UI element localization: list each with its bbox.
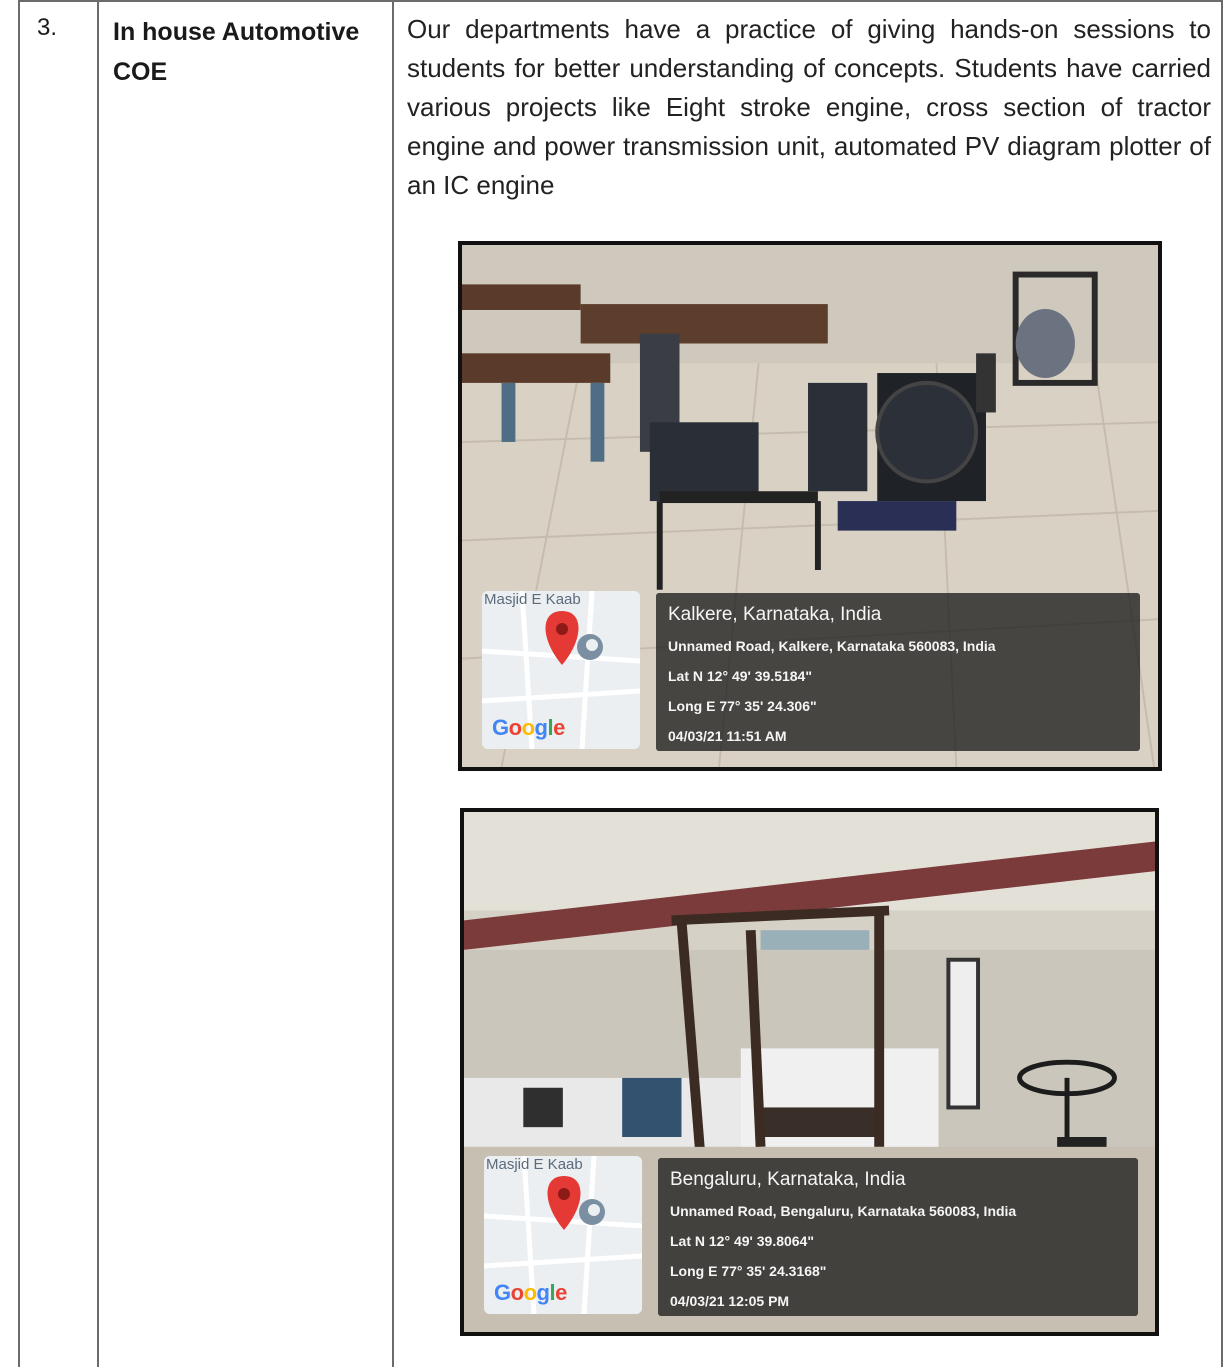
row-title: In house Automotive COE	[113, 18, 360, 86]
column-divider-2	[392, 0, 394, 1367]
geotag-address: Unnamed Road, Bengaluru, Karnataka 56008…	[670, 1203, 1017, 1219]
geotag-overlay-1: Kalkere, Karnataka, India Unnamed Road, …	[656, 593, 1140, 751]
table-right-border	[1221, 0, 1223, 1367]
geotag-overlay-2: Bengaluru, Karnataka, India Unnamed Road…	[658, 1158, 1138, 1316]
map-thumbnail-1: Masjid E Kaab Google	[482, 591, 640, 749]
map-place-label: Masjid E Kaab	[486, 1156, 583, 1173]
document-page: 3. In house Automotive COE Our departmen…	[0, 0, 1226, 1367]
map-thumbnail-2: Masjid E Kaab Google	[484, 1156, 642, 1314]
row-number: 3.	[37, 14, 58, 41]
geotag-city: Kalkere, Karnataka, India	[668, 604, 882, 625]
geotag-longitude: Long E 77° 35' 24.306"	[668, 698, 817, 714]
table-top-border	[18, 0, 1223, 2]
photo-engine-lab-2: Masjid E Kaab Google Bengaluru, Karnatak…	[460, 808, 1159, 1336]
column-divider-1	[97, 0, 99, 1367]
table-left-border	[18, 0, 20, 1367]
google-logo: Google	[494, 1280, 567, 1305]
geotag-longitude: Long E 77° 35' 24.3168"	[670, 1263, 827, 1279]
geotag-address: Unnamed Road, Kalkere, Karnataka 560083,…	[668, 638, 996, 654]
geotag-datetime: 04/03/21 12:05 PM	[670, 1293, 790, 1309]
geotag-latitude: Lat N 12° 49' 39.8064"	[670, 1233, 814, 1249]
geotag-city: Bengaluru, Karnataka, India	[670, 1169, 906, 1190]
map-place-label: Masjid E Kaab	[484, 591, 581, 608]
row-description: Our departments have a practice of givin…	[407, 14, 1211, 200]
geotag-latitude: Lat N 12° 49' 39.5184"	[668, 668, 812, 684]
photo-engine-lab-1: Masjid E Kaab Google Kalkere, Karnataka,…	[458, 241, 1162, 771]
geotag-datetime: 04/03/21 11:51 AM	[668, 728, 787, 744]
google-logo: Google	[492, 715, 565, 740]
